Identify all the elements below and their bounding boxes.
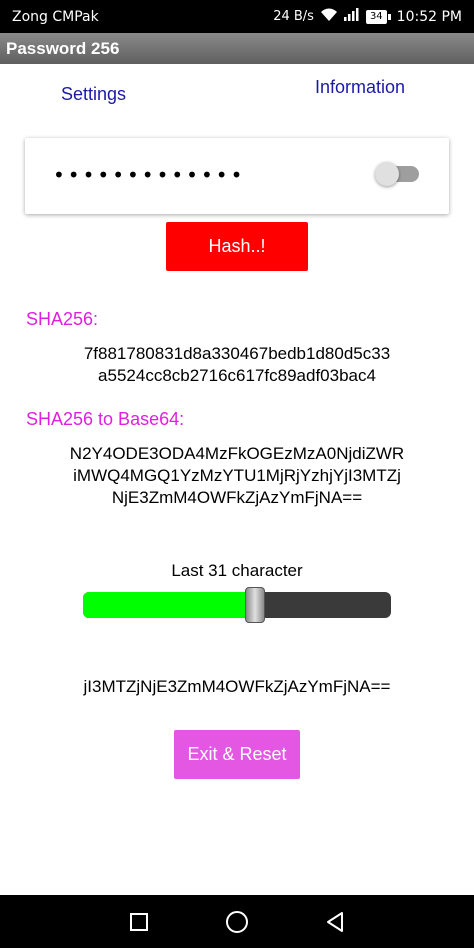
- exit-reset-button[interactable]: Exit & Reset: [174, 730, 300, 779]
- sha256-label: SHA256:: [26, 309, 99, 329]
- clock: 10:52 PM: [396, 8, 462, 25]
- app-title: Password 256: [6, 38, 120, 58]
- wifi-icon: [320, 8, 338, 26]
- battery-icon: 34: [365, 9, 391, 24]
- base64-line: N2Y4ODE3ODA4MzFkOGEzMzA0NjdiZWR: [69, 444, 405, 463]
- signal-icon: [343, 8, 360, 25]
- sha256-line: 7f881780831d8a330467bedb1d80d5c33: [83, 344, 391, 363]
- information-link[interactable]: Information: [315, 77, 405, 98]
- base64-line: NjE3ZmM4OWFkZjAzYmFjNA==: [111, 488, 363, 507]
- slider-fill: [83, 592, 255, 618]
- settings-link[interactable]: Settings: [61, 84, 126, 105]
- truncated-hash-value: jI3MTZjNjE3ZmM4OWFkZjAzYmFjNA==: [83, 677, 391, 696]
- slider-thumb[interactable]: [245, 587, 265, 623]
- sha256-value: 7f881780831d8a330467bedb1d80d5c33 a5524c…: [0, 343, 474, 387]
- battery-level: 34: [365, 9, 387, 24]
- password-card: [25, 138, 449, 214]
- square-icon[interactable]: [125, 908, 153, 936]
- navigation-bar: [0, 895, 474, 948]
- character-count-slider[interactable]: [83, 587, 391, 623]
- show-password-toggle[interactable]: [375, 162, 419, 186]
- net-speed: 24 B/s: [273, 9, 314, 24]
- carrier-name: Zong CMPak: [12, 8, 99, 25]
- slider-label: Last 31 character: [171, 561, 303, 580]
- status-bar: Zong CMPak 24 B/s 34 10:52 PM: [0, 0, 474, 33]
- hash-button[interactable]: Hash..!: [166, 222, 308, 271]
- base64-line: iMWQ4MGQ1YzMzYTU1MjRjYzhjYjI3MTZj: [73, 466, 401, 485]
- base64-value: N2Y4ODE3ODA4MzFkOGEzMzA0NjdiZWR iMWQ4MGQ…: [0, 443, 474, 509]
- sha256-line: a5524cc8cb2716c617fc89adf03bac4: [98, 366, 376, 385]
- toggle-knob: [375, 162, 399, 186]
- app-title-bar: Password 256: [0, 33, 474, 64]
- status-icons: 24 B/s 34 10:52 PM: [273, 8, 462, 26]
- circle-icon[interactable]: [223, 908, 251, 936]
- password-input[interactable]: [53, 158, 353, 192]
- triangle-back-icon[interactable]: [321, 908, 349, 936]
- base64-label: SHA256 to Base64:: [26, 409, 185, 429]
